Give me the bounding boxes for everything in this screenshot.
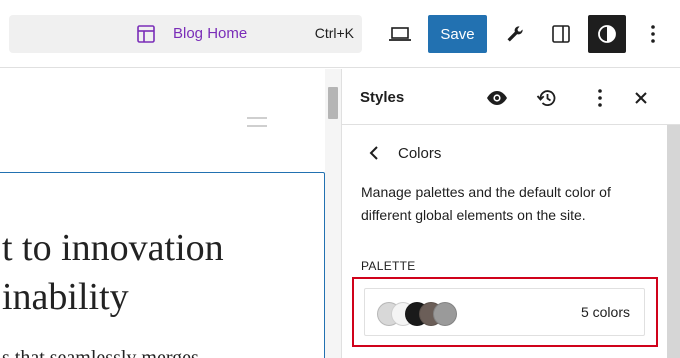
revisions-button[interactable] — [532, 83, 562, 113]
colors-description: Manage palettes and the default color of… — [361, 184, 611, 223]
styles-sidebar-header: Styles — [342, 69, 680, 125]
styles-contrast-icon — [597, 24, 617, 44]
chevron-left-icon — [369, 145, 379, 161]
canvas-heading-line-2[interactable]: inability — [2, 275, 129, 319]
canvas-heading-line-1[interactable]: t to innovation — [2, 226, 224, 270]
template-icon — [136, 24, 156, 44]
settings-panel-button[interactable] — [543, 15, 579, 53]
command-palette-bar[interactable]: Blog Home Ctrl+K — [9, 15, 362, 53]
wrench-icon — [505, 24, 525, 44]
keyboard-shortcut: Ctrl+K — [314, 25, 354, 41]
colors-section-title: Colors — [398, 145, 442, 162]
sidebar-options-button[interactable] — [585, 83, 615, 113]
history-icon — [536, 87, 558, 109]
close-icon — [634, 91, 648, 105]
tools-button[interactable] — [498, 15, 532, 53]
styles-sidebar: Styles Colors Manage palettes and the de… — [341, 69, 680, 358]
canvas-scrollbar[interactable] — [325, 69, 341, 358]
palette-button[interactable]: 5 colors — [364, 288, 645, 336]
sidebar-panel-icon — [551, 24, 571, 44]
close-sidebar-button[interactable] — [626, 83, 656, 113]
navigation-menu-icon[interactable] — [247, 115, 267, 129]
color-swatch — [433, 302, 457, 326]
palette-swatches — [377, 302, 467, 326]
editor-canvas[interactable]: t to innovation inability s that seamles… — [0, 69, 341, 358]
save-button[interactable]: Save — [428, 15, 487, 53]
sidebar-scrollbar[interactable] — [667, 125, 680, 358]
sidebar-title: Styles — [360, 89, 405, 106]
editor-top-toolbar: Blog Home Ctrl+K Save — [0, 0, 680, 68]
more-vertical-icon — [597, 88, 603, 108]
eye-icon — [486, 90, 508, 106]
desktop-preview-icon — [388, 25, 412, 43]
canvas-scrollbar-thumb[interactable] — [328, 87, 338, 119]
document-title: Blog Home — [173, 25, 248, 42]
back-button[interactable] — [364, 143, 384, 163]
options-button[interactable] — [638, 15, 668, 53]
styles-button[interactable] — [588, 15, 626, 53]
canvas-paragraph[interactable]: s that seamlessly merges — [2, 347, 199, 358]
palette-label: PALETTE — [361, 259, 416, 273]
style-book-button[interactable] — [482, 83, 512, 113]
more-vertical-icon — [650, 24, 656, 44]
device-preview-button[interactable] — [383, 15, 417, 53]
palette-color-count: 5 colors — [580, 304, 630, 320]
